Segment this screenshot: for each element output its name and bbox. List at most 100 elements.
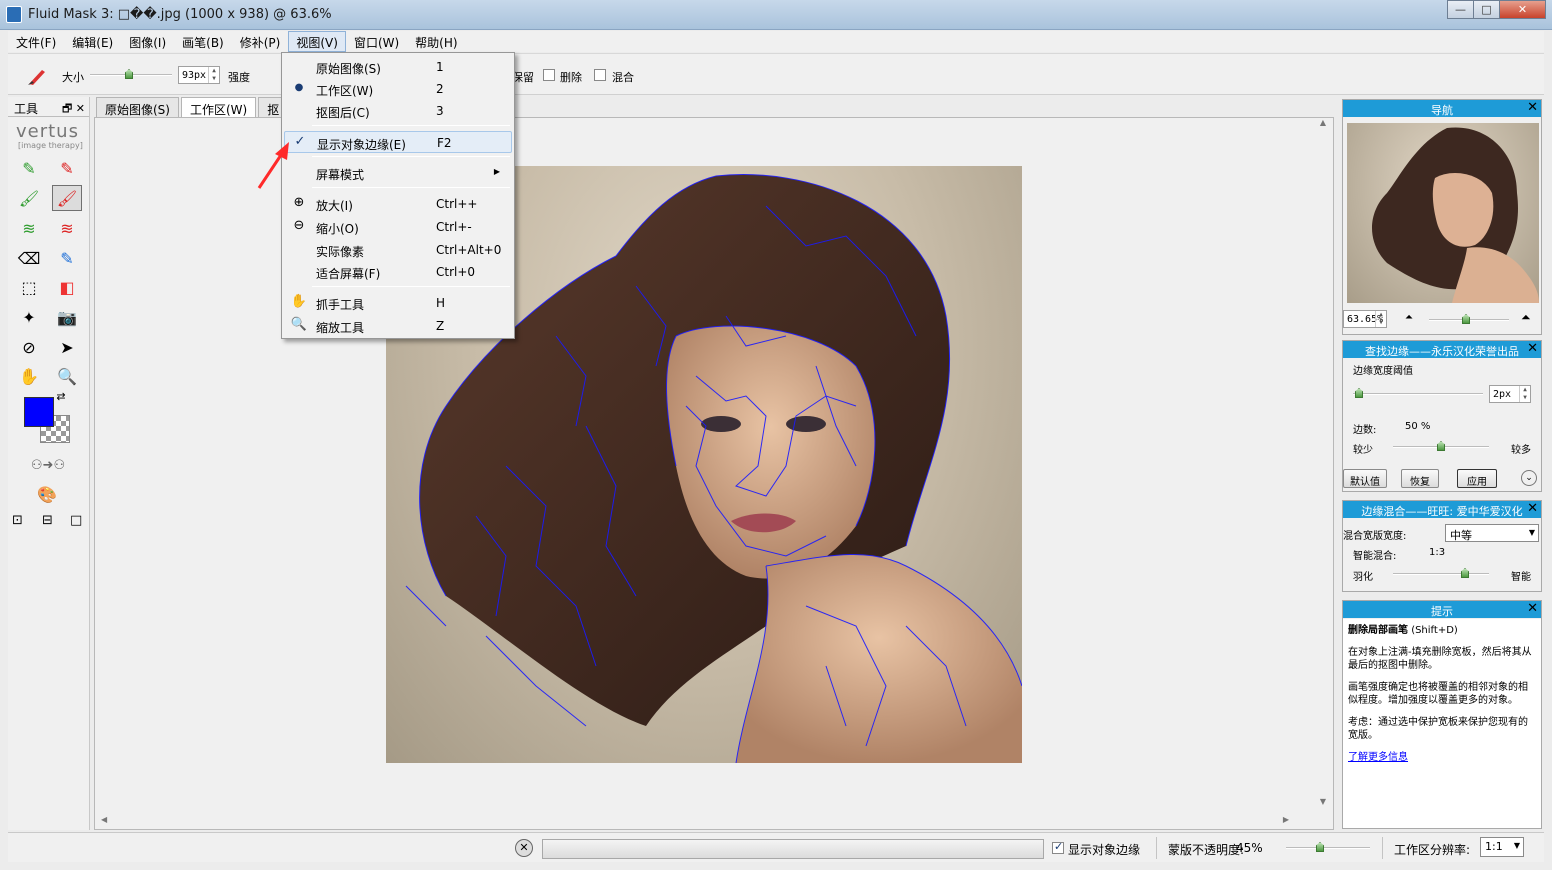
submenu-arrow-icon: ▶ bbox=[493, 167, 500, 176]
delete-local-brush-icon[interactable]: 🖌 bbox=[52, 185, 82, 211]
cutout-preview-icon[interactable]: ⚇➜⚇ bbox=[24, 452, 72, 478]
keep-fill-brush-icon[interactable]: ≋ bbox=[14, 215, 44, 241]
menu-item-zoom-tool[interactable]: 🔍 缩放工具 Z bbox=[284, 315, 512, 337]
close-icon[interactable]: ✕ bbox=[1527, 501, 1538, 516]
view-mode-single-icon[interactable]: ⊡ bbox=[12, 513, 23, 528]
menu-item-label: 抠图后(C) bbox=[316, 106, 370, 120]
size-stepper[interactable]: ▲ ▼ bbox=[208, 67, 219, 83]
threshold-slider-thumb[interactable] bbox=[1355, 388, 1363, 398]
maximize-button[interactable]: □ bbox=[1473, 0, 1500, 19]
threshold-stepper[interactable]: ▲ ▼ bbox=[1519, 386, 1530, 402]
threshold-slider[interactable] bbox=[1353, 393, 1483, 395]
brush-icon bbox=[28, 70, 45, 85]
hint-paragraph-3: 考虑：通过选中保护宽板来保护您现有的宽版。 bbox=[1348, 717, 1528, 741]
menu-item-actual-pixels[interactable]: 实际像素 Ctrl+Alt+0 bbox=[284, 239, 512, 261]
feather-slider-thumb[interactable] bbox=[1461, 568, 1469, 578]
blend-checkbox[interactable] bbox=[594, 69, 606, 81]
threshold-input[interactable]: 2px ▲ ▼ bbox=[1489, 385, 1531, 403]
status-divider bbox=[1382, 837, 1383, 859]
menu-help[interactable]: 帮助(H) bbox=[407, 31, 465, 52]
pointer-icon[interactable]: ➤ bbox=[52, 334, 82, 360]
expand-chevron-icon[interactable]: ⌄ bbox=[1521, 470, 1537, 486]
navigator-zoom-input[interactable]: 63.65% ▲ ▼ bbox=[1343, 310, 1387, 328]
apply-button[interactable]: 应用 bbox=[1457, 469, 1497, 488]
learn-more-link[interactable]: 了解更多信息 bbox=[1348, 752, 1408, 763]
palette-icon[interactable]: 🎨 bbox=[32, 481, 62, 507]
menu-view[interactable]: 视图(V) bbox=[288, 31, 346, 52]
navigator-zoom-thumb[interactable] bbox=[1462, 314, 1470, 324]
panel-float-close-icons[interactable]: 🗗 ✕ bbox=[62, 100, 85, 119]
menu-image[interactable]: 图像(I) bbox=[121, 31, 174, 52]
keep-local-brush-icon[interactable]: 🖌 bbox=[14, 185, 44, 211]
menu-separator bbox=[312, 187, 510, 188]
find-edges-panel: 查找边缘——永乐汉化荣誉出品 ✕ 边缘宽度阈值 2px ▲ ▼ 边数: 50 % 较少… bbox=[1342, 340, 1542, 492]
feather-slider[interactable] bbox=[1393, 573, 1489, 575]
zoom-stepper[interactable]: ▲ ▼ bbox=[1375, 311, 1386, 327]
close-icon[interactable]: ✕ bbox=[1527, 100, 1538, 115]
view-mode-full-icon[interactable]: □ bbox=[70, 513, 82, 528]
delete-fill-brush-icon[interactable]: ≋ bbox=[52, 215, 82, 241]
blend-width-select[interactable]: 中等 bbox=[1445, 524, 1539, 542]
stop-icon[interactable]: ✕ bbox=[515, 839, 533, 857]
menu-window[interactable]: 窗口(W) bbox=[346, 31, 407, 52]
menu-item-original-image[interactable]: 原始图像(S) 1 bbox=[284, 56, 512, 78]
show-edges-checkbox[interactable] bbox=[1052, 840, 1064, 854]
edge-blend-panel: 边缘混合——旺旺: 爱中华爱汉化 ✕ 混合宽版宽度: 中等 智能混合: 1:3 羽… bbox=[1342, 500, 1542, 592]
edge-blend-header: 边缘混合——旺旺: 爱中华爱汉化 ✕ bbox=[1343, 501, 1541, 518]
magic-wand-icon[interactable]: ✦ bbox=[14, 304, 44, 330]
tab-workspace[interactable]: 工作区(W) bbox=[180, 97, 257, 117]
default-button[interactable]: 默认值 bbox=[1343, 469, 1387, 488]
menu-item-screen-mode[interactable]: 屏幕模式 ▶ bbox=[284, 162, 512, 184]
tools-panel-header: 工具 🗗 ✕ bbox=[8, 97, 89, 117]
menu-item-shortcut: 2 bbox=[436, 82, 444, 96]
zoom-tool-icon[interactable]: 🔍 bbox=[52, 363, 82, 389]
close-icon[interactable]: ✕ bbox=[1527, 341, 1538, 356]
view-mode-split-icon[interactable]: ⊟ bbox=[42, 513, 53, 528]
delete-label: 删除 bbox=[560, 71, 582, 84]
menu-patch[interactable]: 修补(P) bbox=[232, 31, 289, 52]
zoom-out-mountain-icon[interactable]: ⏶ bbox=[1405, 312, 1413, 323]
hand-tool-icon[interactable]: ✋ bbox=[14, 363, 44, 389]
mask-opacity-thumb[interactable] bbox=[1316, 842, 1324, 852]
delete-checkbox[interactable] bbox=[543, 69, 555, 81]
title-bar: Fluid Mask 3: □��.jpg (1000 x 938) @ 63.… bbox=[0, 0, 1552, 30]
foreground-color-swatch[interactable] bbox=[24, 397, 54, 427]
swap-colors-icon[interactable]: ⇄ bbox=[52, 389, 70, 403]
selection-rect-icon[interactable]: ⬚ bbox=[14, 274, 44, 300]
menu-item-zoom-in[interactable]: ⊕ 放大(I) Ctrl++ bbox=[284, 193, 512, 215]
menu-item-label: 放大(I) bbox=[316, 199, 353, 213]
edges-slider-thumb[interactable] bbox=[1437, 441, 1445, 451]
close-button[interactable]: ✕ bbox=[1499, 0, 1546, 19]
delete-pen-icon[interactable]: ✎ bbox=[52, 155, 82, 181]
menu-item-fit-screen[interactable]: 适合屏幕(F) Ctrl+0 bbox=[284, 261, 512, 283]
menu-item-zoom-out[interactable]: ⊖ 缩小(O) Ctrl+- bbox=[284, 216, 512, 238]
tab-original[interactable]: 原始图像(S) bbox=[96, 97, 179, 117]
vertical-scrollbar[interactable]: ▲ ▼ bbox=[1315, 118, 1331, 813]
eraser-icon[interactable]: ⌫ bbox=[14, 245, 44, 271]
menu-item-hand-tool[interactable]: ✋ 抓手工具 H bbox=[284, 292, 512, 314]
mask-opacity-value: 45% bbox=[1236, 841, 1263, 855]
size-slider-thumb[interactable] bbox=[125, 69, 133, 79]
menu-file[interactable]: 文件(F) bbox=[8, 31, 64, 52]
lasso-icon[interactable]: ⊘ bbox=[14, 334, 44, 360]
hint-heading: 删除局部画笔 bbox=[1348, 625, 1408, 636]
navigator-thumbnail[interactable] bbox=[1347, 123, 1539, 303]
size-input[interactable]: 93px ▲ ▼ bbox=[178, 66, 220, 84]
menu-item-cutout[interactable]: 抠图后(C) 3 bbox=[284, 100, 512, 122]
zoom-in-mountain-icon[interactable]: ⏶ bbox=[1521, 310, 1531, 325]
menu-brush[interactable]: 画笔(B) bbox=[174, 31, 232, 52]
resolution-select[interactable]: 1:1 bbox=[1480, 837, 1524, 857]
horizontal-scrollbar[interactable]: ◀ ▶ bbox=[95, 811, 1317, 829]
menu-edit[interactable]: 编辑(E) bbox=[64, 31, 121, 52]
menu-item-show-edges[interactable]: ✓ 显示对象边缘(E) F2 bbox=[284, 131, 512, 153]
fill-patch-icon[interactable]: ◧ bbox=[52, 274, 82, 300]
blend-brush-icon[interactable]: ✎ bbox=[52, 245, 82, 271]
minimize-button[interactable]: — bbox=[1447, 0, 1474, 19]
keep-pen-icon[interactable]: ✎ bbox=[14, 155, 44, 181]
camera-icon[interactable]: 📷 bbox=[52, 304, 82, 330]
mask-opacity-slider[interactable] bbox=[1286, 847, 1370, 849]
menu-item-workspace[interactable]: ● 工作区(W) 2 bbox=[284, 78, 512, 100]
restore-button[interactable]: 恢复 bbox=[1401, 469, 1439, 488]
navigator-panel: 导航 ✕ 63.65% ▲ ▼ ⏶ ⏶ bbox=[1342, 99, 1542, 335]
close-icon[interactable]: ✕ bbox=[1527, 601, 1538, 616]
